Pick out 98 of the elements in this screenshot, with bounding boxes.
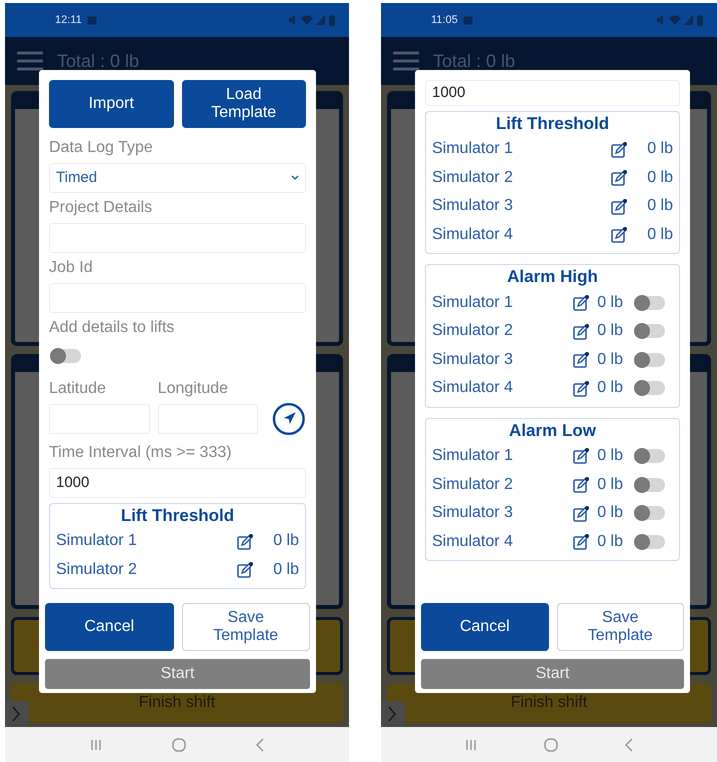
threshold-value: 0 lb xyxy=(597,503,623,524)
mute-icon xyxy=(656,15,666,25)
wifi-icon xyxy=(301,15,313,25)
edit-icon[interactable] xyxy=(610,226,627,244)
field-label: Data Log Type xyxy=(49,138,154,158)
chevron-right-icon xyxy=(387,706,397,722)
dropdown-field[interactable]: Timed xyxy=(49,163,306,193)
mute-icon xyxy=(288,15,298,25)
home-icon[interactable] xyxy=(172,738,186,752)
edit-icon[interactable] xyxy=(572,380,590,397)
simulator-name: Simulator 2 xyxy=(56,560,138,580)
field-label: Add details to lifts xyxy=(49,318,176,338)
input-field[interactable]: 1000 xyxy=(425,80,680,106)
signal-icon xyxy=(316,15,325,25)
app-title: Total : 0 lb xyxy=(57,50,140,72)
threshold-value: 0 lb xyxy=(646,139,673,160)
toggle-switch[interactable] xyxy=(635,352,665,367)
menu-icon[interactable] xyxy=(17,51,43,71)
back-icon[interactable] xyxy=(256,738,264,752)
edit-icon[interactable] xyxy=(236,561,253,578)
simulator-name: Simulator 1 xyxy=(432,139,514,160)
section-title: Lift Threshold xyxy=(120,504,236,527)
toggle-switch[interactable] xyxy=(51,348,81,363)
section-title: Alarm Low xyxy=(508,420,597,442)
field-label: Latitude xyxy=(49,378,107,399)
battery-icon xyxy=(329,14,335,26)
field-label: Longitude xyxy=(158,378,230,399)
threshold-value: 0 lb xyxy=(646,196,673,216)
threshold-value: 0 lb xyxy=(646,224,673,245)
threshold-value: 0 lb xyxy=(597,350,623,370)
threshold-value: 0 lb xyxy=(272,560,299,580)
menu-icon[interactable] xyxy=(393,51,419,71)
toggle-switch[interactable] xyxy=(635,506,665,520)
toggle-switch[interactable] xyxy=(635,478,665,492)
signal-icon xyxy=(684,15,693,25)
simulator-name: Simulator 1 xyxy=(56,531,138,552)
edit-icon[interactable] xyxy=(572,294,590,312)
edit-icon[interactable] xyxy=(572,533,590,550)
edit-icon[interactable] xyxy=(610,140,627,158)
field-label: Project Details xyxy=(49,198,154,218)
edit-icon[interactable] xyxy=(572,504,590,522)
toggle-switch[interactable] xyxy=(635,448,665,463)
edit-icon[interactable] xyxy=(610,169,627,186)
threshold-value: 0 lb xyxy=(597,292,623,313)
status-time: 12:11 xyxy=(55,12,82,28)
simulator-name: Simulator 1 xyxy=(432,446,514,466)
battery-icon xyxy=(697,14,703,26)
field-label: Time Interval (ms >= 333) xyxy=(49,442,233,463)
threshold-value: 0 lb xyxy=(597,532,623,552)
dialog-button[interactable]: Cancel xyxy=(421,603,548,651)
threshold-value: 0 lb xyxy=(646,168,673,188)
threshold-value: 0 lb xyxy=(597,378,623,398)
notification-icon xyxy=(86,16,97,24)
status-time: 11:05 xyxy=(431,12,458,28)
threshold-value: 0 lb xyxy=(597,321,623,342)
simulator-name: Simulator 4 xyxy=(432,532,514,552)
recent-apps-icon[interactable] xyxy=(464,738,477,750)
toggle-switch[interactable] xyxy=(635,381,665,396)
toggle-switch[interactable] xyxy=(635,324,665,338)
locate-button[interactable] xyxy=(272,402,306,436)
threshold-value: 0 lb xyxy=(272,531,299,552)
dialog-button[interactable]: Load Template xyxy=(182,80,306,128)
recent-apps-icon[interactable] xyxy=(90,738,102,750)
field-label: Job Id xyxy=(49,258,94,278)
chevron-right-icon xyxy=(11,706,21,722)
app-title: Total : 0 lb xyxy=(433,50,516,72)
home-icon[interactable] xyxy=(544,738,558,752)
simulator-name: Simulator 3 xyxy=(432,503,514,524)
edit-icon[interactable] xyxy=(572,447,590,464)
toggle-switch[interactable] xyxy=(635,534,665,549)
simulator-name: Simulator 1 xyxy=(432,292,514,313)
simulator-name: Simulator 4 xyxy=(432,224,514,245)
edit-icon[interactable] xyxy=(610,198,627,215)
dialog-button[interactable]: Save Template xyxy=(182,603,310,651)
back-icon[interactable] xyxy=(625,738,634,752)
threshold-value: 0 lb xyxy=(597,446,623,466)
dialog-button[interactable]: Save Template xyxy=(556,603,684,651)
input-field[interactable]: 1000 xyxy=(49,468,306,498)
wifi-icon xyxy=(669,15,681,25)
section-title: Lift Threshold xyxy=(494,112,610,135)
edit-icon[interactable] xyxy=(236,532,253,550)
toggle-switch[interactable] xyxy=(635,296,665,310)
simulator-name: Simulator 3 xyxy=(432,350,514,370)
notification-icon xyxy=(462,16,473,24)
dialog-button[interactable]: Cancel xyxy=(45,603,174,651)
simulator-name: Simulator 2 xyxy=(432,168,514,188)
edit-icon[interactable] xyxy=(572,476,590,494)
edit-icon[interactable] xyxy=(572,322,590,340)
chevron-down-icon xyxy=(291,175,299,180)
edit-icon[interactable] xyxy=(572,351,590,368)
dialog-button[interactable]: Import xyxy=(49,80,174,128)
simulator-name: Simulator 3 xyxy=(432,196,514,216)
simulator-name: Simulator 4 xyxy=(432,378,514,398)
simulator-name: Simulator 2 xyxy=(432,321,514,342)
section-title: Alarm High xyxy=(506,266,599,288)
simulator-name: Simulator 2 xyxy=(432,474,514,495)
threshold-value: 0 lb xyxy=(597,474,623,495)
dropdown-value: Timed xyxy=(56,168,98,188)
